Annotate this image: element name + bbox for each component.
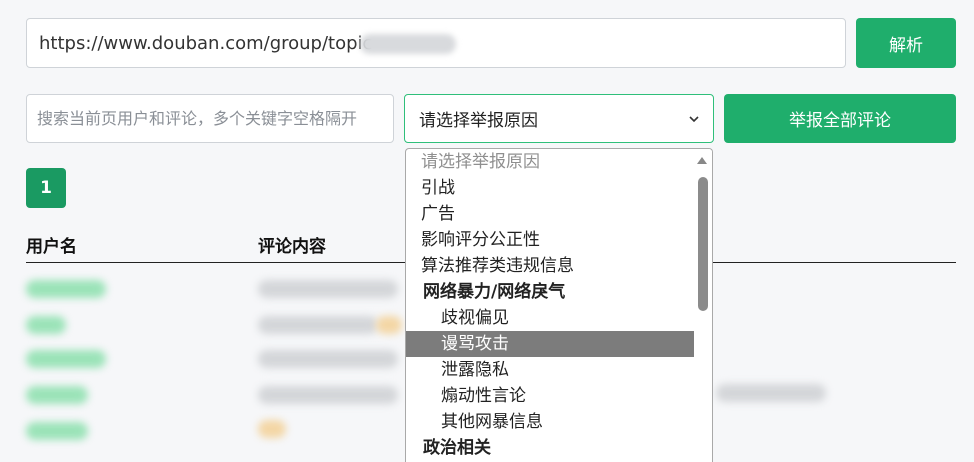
dropdown-option[interactable]: 煽动性言论 [406, 383, 695, 409]
redacted-comment [258, 350, 398, 368]
parse-button[interactable]: 解析 [856, 18, 956, 68]
dropdown-option[interactable]: 谩骂攻击 [406, 331, 695, 357]
report-reason-dropdown[interactable]: 请选择举报原因 引战 广告 影响评分公正性 算法推荐类违规信息网络暴力/网络戾气歧视偏见… [405, 148, 713, 462]
redacted-comment [258, 280, 398, 298]
redacted-comment [258, 316, 378, 334]
dropdown-option[interactable]: 其他网暴信息 [406, 409, 695, 435]
search-input[interactable] [26, 94, 394, 143]
dropdown-scrollbar[interactable] [694, 149, 712, 462]
redacted-username[interactable] [26, 280, 106, 298]
redacted-emoji [376, 316, 402, 334]
dropdown-option[interactable]: 歧视偏见 [406, 305, 695, 331]
redacted-comment-overflow [716, 384, 826, 402]
dropdown-option[interactable]: 引战 [406, 175, 695, 201]
report-all-button[interactable]: 举报全部评论 [724, 94, 956, 143]
dropdown-option[interactable]: 算法推荐类违规信息 [406, 253, 695, 279]
redacted-username[interactable] [26, 422, 88, 440]
dropdown-option-group: 政治相关 [423, 438, 491, 458]
chevron-down-icon [689, 115, 699, 122]
redacted-username[interactable] [26, 350, 106, 368]
redacted-username[interactable] [26, 316, 66, 334]
redacted-username[interactable] [26, 386, 88, 404]
dropdown-option-list: 请选择举报原因 引战 广告 影响评分公正性 算法推荐类违规信息网络暴力/网络戾气歧视偏见… [406, 149, 695, 461]
dropdown-option[interactable]: 影响评分公正性 [406, 227, 695, 253]
dropdown-option-group: 网络暴力/网络戾气 [423, 282, 566, 302]
report-reason-select[interactable]: 请选择举报原因 [404, 94, 714, 143]
dropdown-option[interactable]: 请选择举报原因 [406, 149, 695, 175]
dropdown-option[interactable]: 泄露隐私 [406, 357, 695, 383]
report-reason-selected: 请选择举报原因 [419, 111, 538, 131]
dropdown-option[interactable]: 广告 [406, 201, 695, 227]
redacted-topic-id [360, 34, 456, 54]
column-header-username: 用户名 [26, 237, 77, 257]
pagination-page-1[interactable]: 1 [26, 168, 66, 208]
scroll-up-arrow-icon[interactable] [697, 157, 707, 164]
column-header-comment: 评论内容 [258, 237, 326, 257]
redacted-comment [258, 386, 398, 404]
scrollbar-thumb[interactable] [698, 177, 708, 311]
redacted-emoji [258, 420, 286, 438]
